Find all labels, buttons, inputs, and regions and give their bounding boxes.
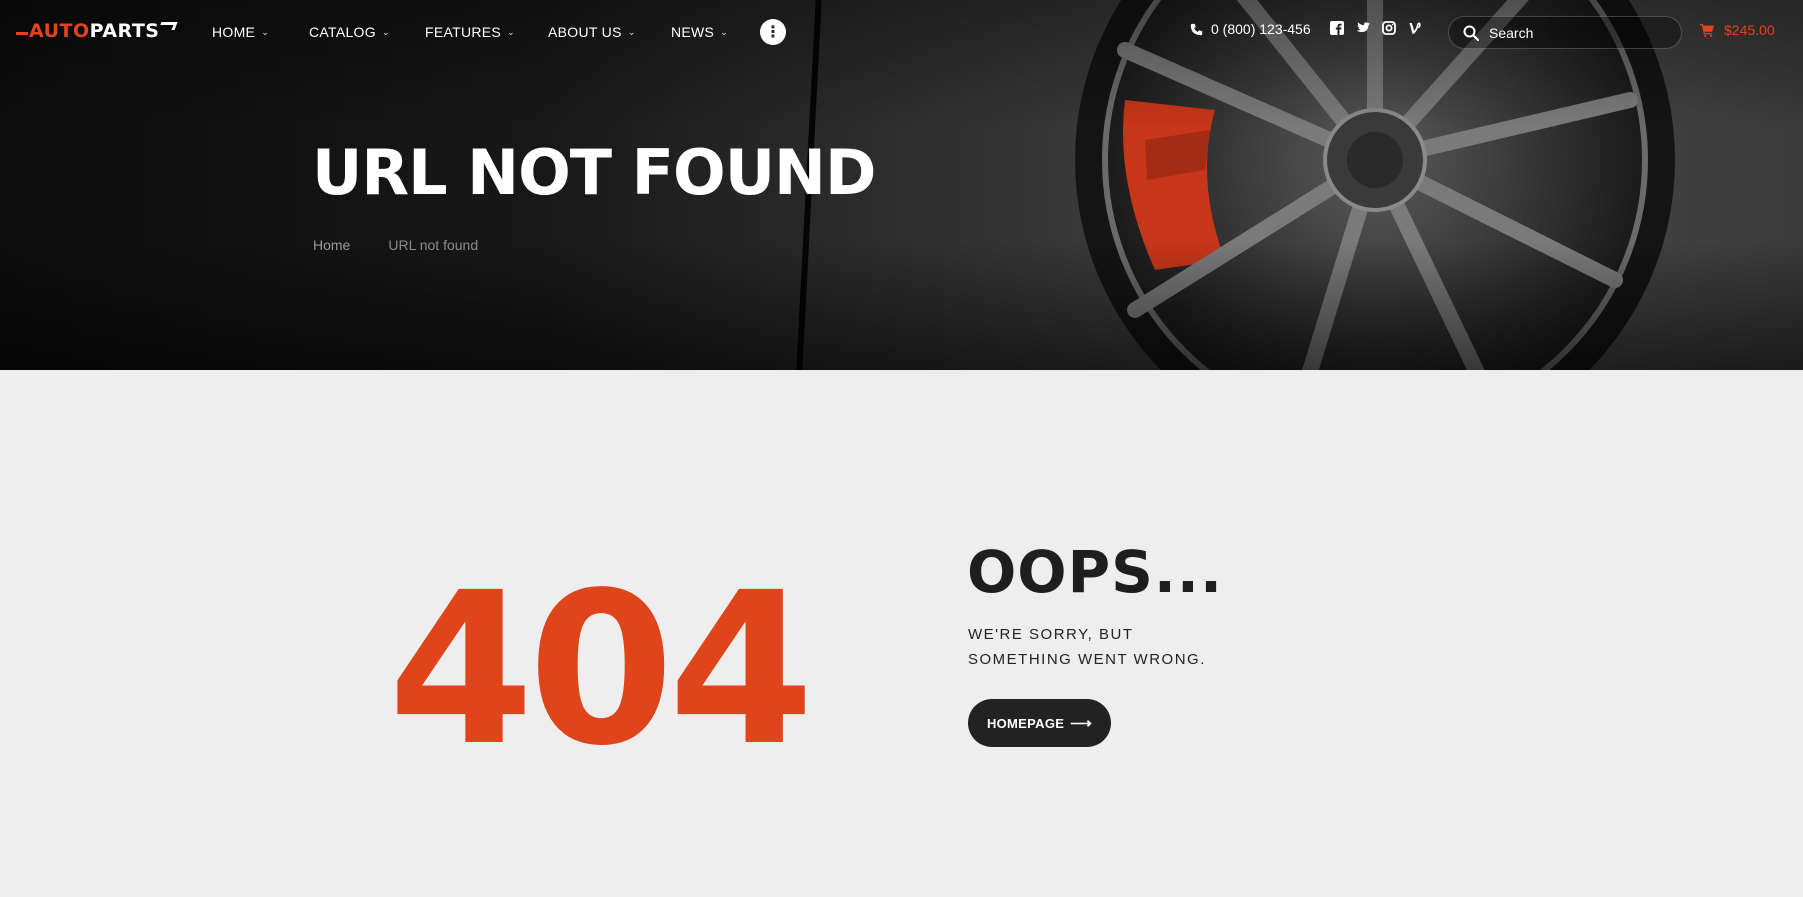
nav-item-home[interactable]: HOME ⌄: [212, 21, 309, 43]
nav-item-about-us[interactable]: ABOUT US ⌄: [548, 21, 671, 43]
nav-item-catalog[interactable]: CATALOG ⌄: [309, 21, 425, 43]
more-vertical-icon: ⋮: [765, 22, 781, 41]
search-box: [1448, 16, 1682, 49]
vine-icon[interactable]: [1408, 21, 1422, 35]
search-icon[interactable]: [1463, 25, 1479, 41]
breadcrumb-separator: [350, 237, 388, 253]
main-nav: HOME ⌄ CATALOG ⌄ FEATURES ⌄ ABOUT US ⌄ N…: [212, 21, 760, 43]
site-header: AUTO PARTS HOME ⌄ CATALOG ⌄ FEATURES ⌄ A…: [0, 0, 1803, 64]
search-input[interactable]: [1489, 24, 1669, 41]
logo-swoosh: [159, 22, 178, 30]
nav-item-label: ABOUT US: [548, 24, 622, 40]
logo-text-auto: AUTO: [29, 20, 90, 42]
nav-item-label: FEATURES: [425, 24, 502, 40]
error-message-line1: WE'RE SORRY, BUT: [968, 626, 1134, 643]
chevron-down-icon: ⌄: [627, 26, 636, 37]
cart-total: $245.00: [1724, 22, 1775, 38]
chevron-down-icon: ⌄: [261, 26, 270, 37]
instagram-icon[interactable]: [1382, 21, 1396, 35]
nav-item-features[interactable]: FEATURES ⌄: [425, 21, 548, 43]
phone-number: 0 (800) 123-456: [1211, 21, 1311, 37]
chevron-down-icon: ⌄: [381, 26, 390, 37]
nav-item-label: CATALOG: [309, 24, 376, 40]
breadcrumb-current: URL not found: [388, 237, 479, 253]
more-menu-button[interactable]: ⋮: [760, 19, 786, 45]
homepage-button-label: HOMEPAGE: [986, 715, 1065, 731]
error-code: 404: [388, 547, 814, 792]
social-links: [1330, 21, 1422, 35]
logo-text-parts: PARTS: [89, 20, 160, 42]
homepage-button[interactable]: HOMEPAGE ⟶: [968, 699, 1111, 747]
site-logo[interactable]: AUTO PARTS: [16, 18, 178, 44]
phone-icon: [1190, 23, 1203, 35]
nav-item-label: HOME: [212, 24, 256, 40]
error-message-line2: SOMETHING WENT WRONG.: [968, 651, 1206, 668]
logo-dash: [16, 31, 28, 35]
twitter-icon[interactable]: [1356, 21, 1370, 35]
chevron-down-icon: ⌄: [720, 26, 729, 37]
page-title: URL NOT FOUND: [312, 136, 876, 209]
cart-button[interactable]: $245.00: [1700, 22, 1775, 38]
breadcrumb: Home URL not found: [313, 237, 478, 253]
error-message: WE'RE SORRY, BUT SOMETHING WENT WRONG.: [968, 622, 1268, 672]
breadcrumb-home-link[interactable]: Home: [313, 237, 350, 253]
nav-item-news[interactable]: NEWS ⌄: [671, 21, 760, 43]
arrow-right-icon: ⟶: [1070, 715, 1093, 732]
chevron-down-icon: ⌄: [507, 26, 515, 37]
nav-item-label: NEWS: [671, 24, 715, 40]
phone-contact[interactable]: 0 (800) 123-456: [1190, 21, 1311, 37]
facebook-icon[interactable]: [1330, 21, 1344, 35]
error-heading: OOPS...: [967, 538, 1223, 606]
shopping-cart-icon: [1700, 23, 1714, 37]
